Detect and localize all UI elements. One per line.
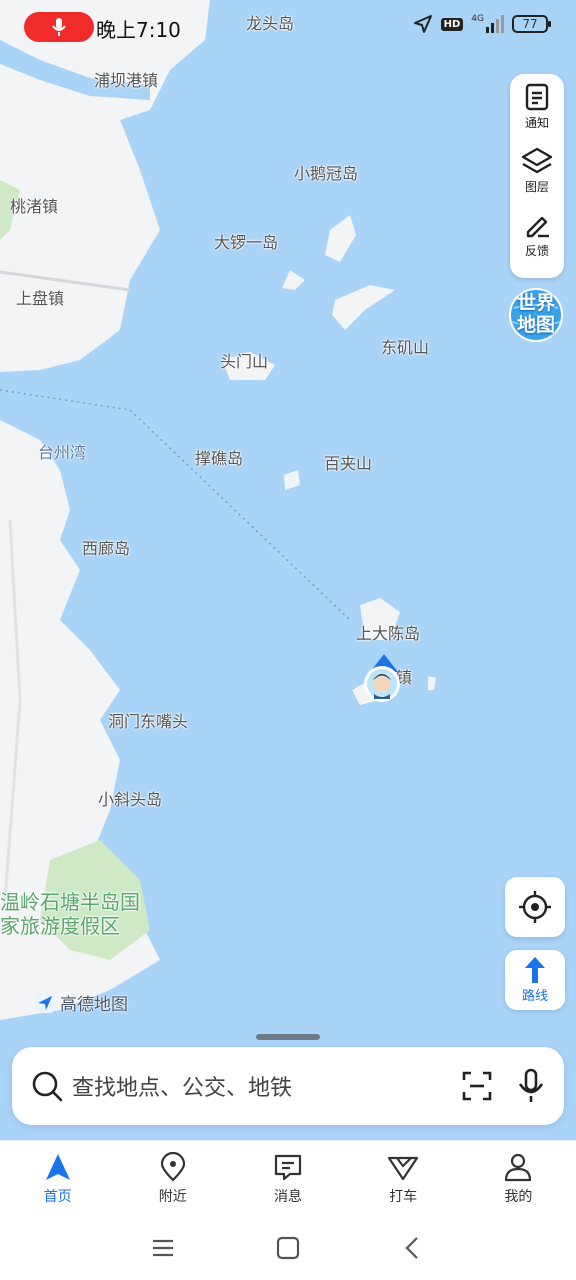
feedback-label: 反馈 xyxy=(524,244,549,258)
taxi-icon xyxy=(388,1156,419,1180)
map-label-toumen-mountain[interactable]: 头门山 xyxy=(220,348,268,372)
amap-logo: 高德地图 xyxy=(34,990,128,1015)
signal-icon: 4G xyxy=(471,15,504,33)
home-square-icon[interactable] xyxy=(276,1236,300,1260)
map-label-taozhu-town[interactable]: 桃渚镇 xyxy=(10,193,58,217)
route-button[interactable]: 路线 xyxy=(505,950,565,1010)
notification-doc-icon xyxy=(525,83,549,111)
search-placeholder: 查找地点、公交、地铁 xyxy=(72,1076,293,1101)
menu-icon[interactable] xyxy=(151,1236,175,1260)
status-icons: HD 4G 77 xyxy=(413,14,551,34)
amap-logo-text: 高德地图 xyxy=(60,995,128,1015)
battery-level: 77 xyxy=(522,17,538,31)
recording-indicator[interactable] xyxy=(24,12,94,42)
notify-label: 通知 xyxy=(524,116,549,130)
location-arrow-icon xyxy=(413,15,432,33)
status-time: 晚上7:10 xyxy=(96,18,181,42)
user-avatar-icon xyxy=(364,654,400,702)
nav-home-label: 首页 xyxy=(43,1188,72,1205)
world-map-button[interactable]: 世界地图 xyxy=(506,286,566,344)
nav-nearby-label: 附近 xyxy=(158,1188,187,1205)
map-label-baijia-mountain[interactable]: 百夹山 xyxy=(324,450,372,474)
route-label: 路线 xyxy=(521,989,548,1004)
map-label-wenling-resort[interactable]: 温岭石塘半岛国家旅游度假区 xyxy=(0,890,150,938)
layers-icon xyxy=(521,147,553,174)
navigation-arrow-icon xyxy=(45,1153,70,1180)
nav-taxi[interactable]: 打车 xyxy=(346,1141,461,1216)
crosshair-icon xyxy=(519,891,551,923)
map-label-taizhou-bay[interactable]: 台州湾 xyxy=(38,439,86,463)
profile-icon xyxy=(505,1153,532,1181)
world-map-label: 世界地图 xyxy=(516,292,555,336)
nav-profile[interactable]: 我的 xyxy=(461,1141,576,1216)
location-pin-icon xyxy=(160,1151,185,1182)
nav-home[interactable]: 首页 xyxy=(0,1141,115,1216)
map-canvas[interactable] xyxy=(0,0,576,1140)
locate-me-button[interactable] xyxy=(505,877,565,937)
notify-button[interactable]: 通知 xyxy=(522,82,552,146)
nav-messages-label: 消息 xyxy=(274,1188,302,1205)
scan-icon[interactable] xyxy=(460,1069,494,1103)
map-label-chengjiao-island[interactable]: 撑礁岛 xyxy=(195,445,243,469)
voice-search-icon[interactable] xyxy=(516,1068,546,1104)
amap-logo-icon xyxy=(35,992,55,1013)
battery-icon: 77 xyxy=(512,15,551,33)
map-label-xilang-island[interactable]: 西廊岛 xyxy=(82,535,130,559)
hd-badge: HD xyxy=(440,17,464,31)
sheet-drag-handle[interactable] xyxy=(256,1034,320,1040)
edit-pencil-icon xyxy=(526,216,549,238)
map-label-dongji-mountain[interactable]: 东矶山 xyxy=(381,334,429,358)
message-icon xyxy=(274,1154,302,1180)
nav-messages[interactable]: 消息 xyxy=(230,1141,345,1216)
bottom-nav: 首页 附近 消息 打车 我的 xyxy=(0,1140,576,1216)
search-sheet: 查找地点、公交、地铁 xyxy=(0,1028,576,1140)
layers-label: 图层 xyxy=(524,180,549,194)
route-arrow-icon xyxy=(525,957,545,983)
map-label-daluoyi-island[interactable]: 大锣一岛 xyxy=(214,229,278,253)
layers-button[interactable]: 图层 xyxy=(520,146,554,210)
feedback-button[interactable]: 反馈 xyxy=(522,210,552,274)
current-location-marker[interactable] xyxy=(362,654,406,704)
map-label-pubagang-town[interactable]: 浦坝港镇 xyxy=(94,67,158,91)
nav-nearby[interactable]: 附近 xyxy=(115,1141,230,1216)
system-nav-bar xyxy=(0,1216,576,1280)
search-input[interactable]: 查找地点、公交、地铁 xyxy=(12,1047,564,1125)
map-view[interactable]: 龙头岛 浦坝港镇 桃渚镇 上盘镇 小鹅冠岛 大锣一岛 头门山 东矶山 台州湾 撑… xyxy=(0,0,576,1140)
microphone-icon xyxy=(52,18,66,36)
nav-taxi-label: 打车 xyxy=(389,1188,418,1205)
map-label-shangpan-town[interactable]: 上盘镇 xyxy=(16,285,64,309)
map-label-xiaoxietou-island[interactable]: 小斜头岛 xyxy=(98,786,162,810)
nav-profile-label: 我的 xyxy=(504,1188,533,1205)
status-bar: 晚上7:10 HD 4G 77 xyxy=(0,0,576,54)
map-tool-panel: 通知 图层 反馈 xyxy=(510,74,564,278)
map-label-dongmen-dongzuitou[interactable]: 洞门东嘴头 xyxy=(108,708,188,732)
search-icon xyxy=(32,1071,63,1102)
network-type: 4G xyxy=(471,14,484,24)
map-label-xiaoeguan-island[interactable]: 小鹅冠岛 xyxy=(294,160,358,184)
back-chevron-icon[interactable] xyxy=(401,1236,425,1260)
map-label-shangdachen-island[interactable]: 上大陈岛 xyxy=(356,620,420,644)
